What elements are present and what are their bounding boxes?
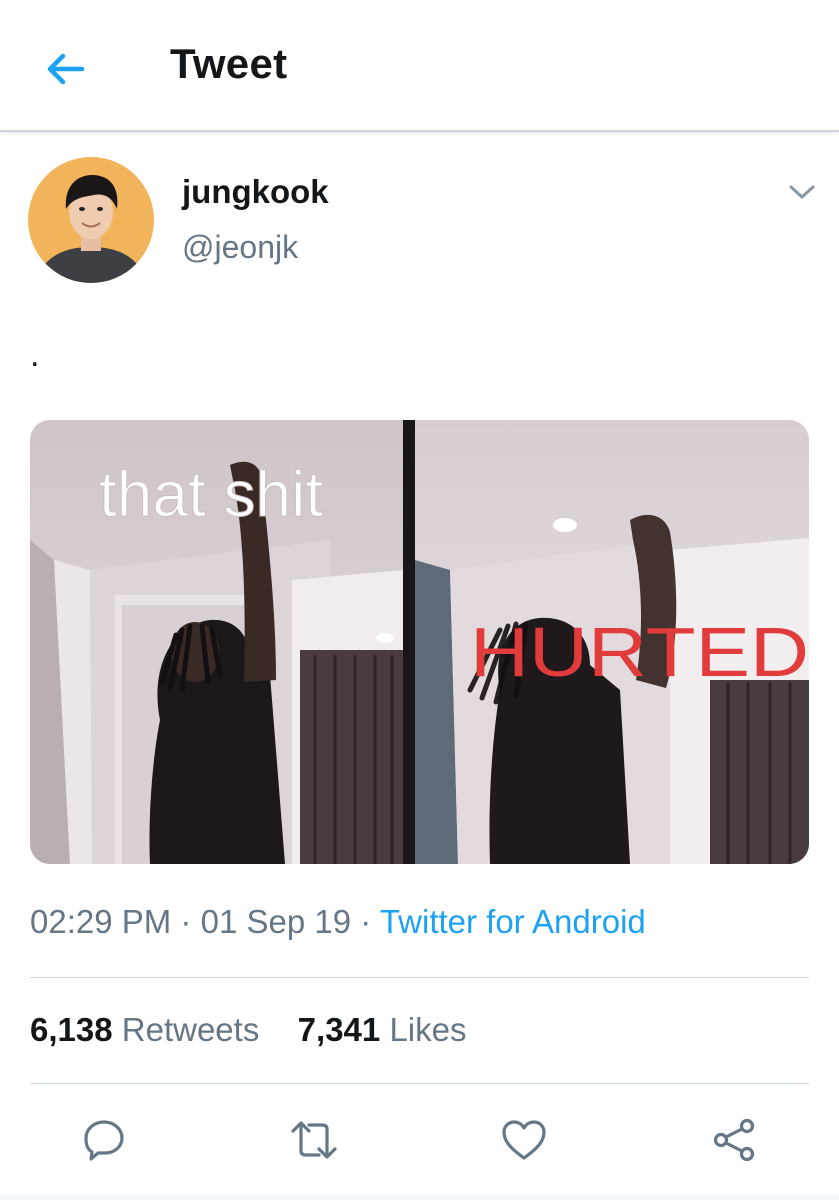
reply-icon [84, 1120, 124, 1161]
tweet-date: 01 Sep 19 [200, 903, 352, 940]
author-handle[interactable]: @jeonjk [182, 229, 298, 266]
tweet-stats: 6,138 Retweets 7,341 Likes [30, 1011, 466, 1049]
avatar[interactable] [28, 157, 154, 283]
chevron-down-icon [789, 185, 815, 199]
meta-separator: · [360, 903, 372, 940]
meme-caption-right: HURTED [470, 613, 809, 691]
page-title: Tweet [170, 40, 288, 87]
like-button[interactable] [498, 1114, 550, 1166]
tweet-media[interactable]: that shit HURTED [30, 420, 809, 864]
tweet-meta: 02:29 PM · 01 Sep 19 · Twitter for Andro… [30, 903, 646, 941]
meme-caption-left: that shit [99, 458, 323, 530]
likes-label[interactable]: Likes [389, 1011, 466, 1048]
avatar-image [28, 157, 154, 283]
retweets-label[interactable]: Retweets [122, 1011, 260, 1048]
back-button[interactable] [38, 42, 92, 96]
meta-separator: · [180, 903, 192, 940]
author-display-name[interactable]: jungkook [182, 173, 329, 211]
retweet-icon [291, 1121, 337, 1159]
bottom-edge [0, 1194, 839, 1200]
tweet-text: . [30, 336, 40, 374]
retweets-count[interactable]: 6,138 [30, 1011, 113, 1048]
retweet-button[interactable] [288, 1114, 340, 1166]
tweet-time: 02:29 PM [30, 903, 172, 940]
likes-count[interactable]: 7,341 [298, 1011, 381, 1048]
share-button[interactable] [708, 1114, 760, 1166]
arrow-left-icon [47, 53, 85, 85]
top-app-bar: Tweet [0, 0, 839, 132]
divider [30, 977, 809, 978]
share-icon [713, 1118, 755, 1162]
divider [30, 1083, 809, 1084]
tweet-source-link[interactable]: Twitter for Android [380, 903, 646, 940]
meme-image: that shit HURTED [30, 420, 809, 864]
reply-button[interactable] [78, 1114, 130, 1166]
heart-icon [502, 1120, 546, 1160]
more-options-button[interactable] [786, 176, 818, 208]
